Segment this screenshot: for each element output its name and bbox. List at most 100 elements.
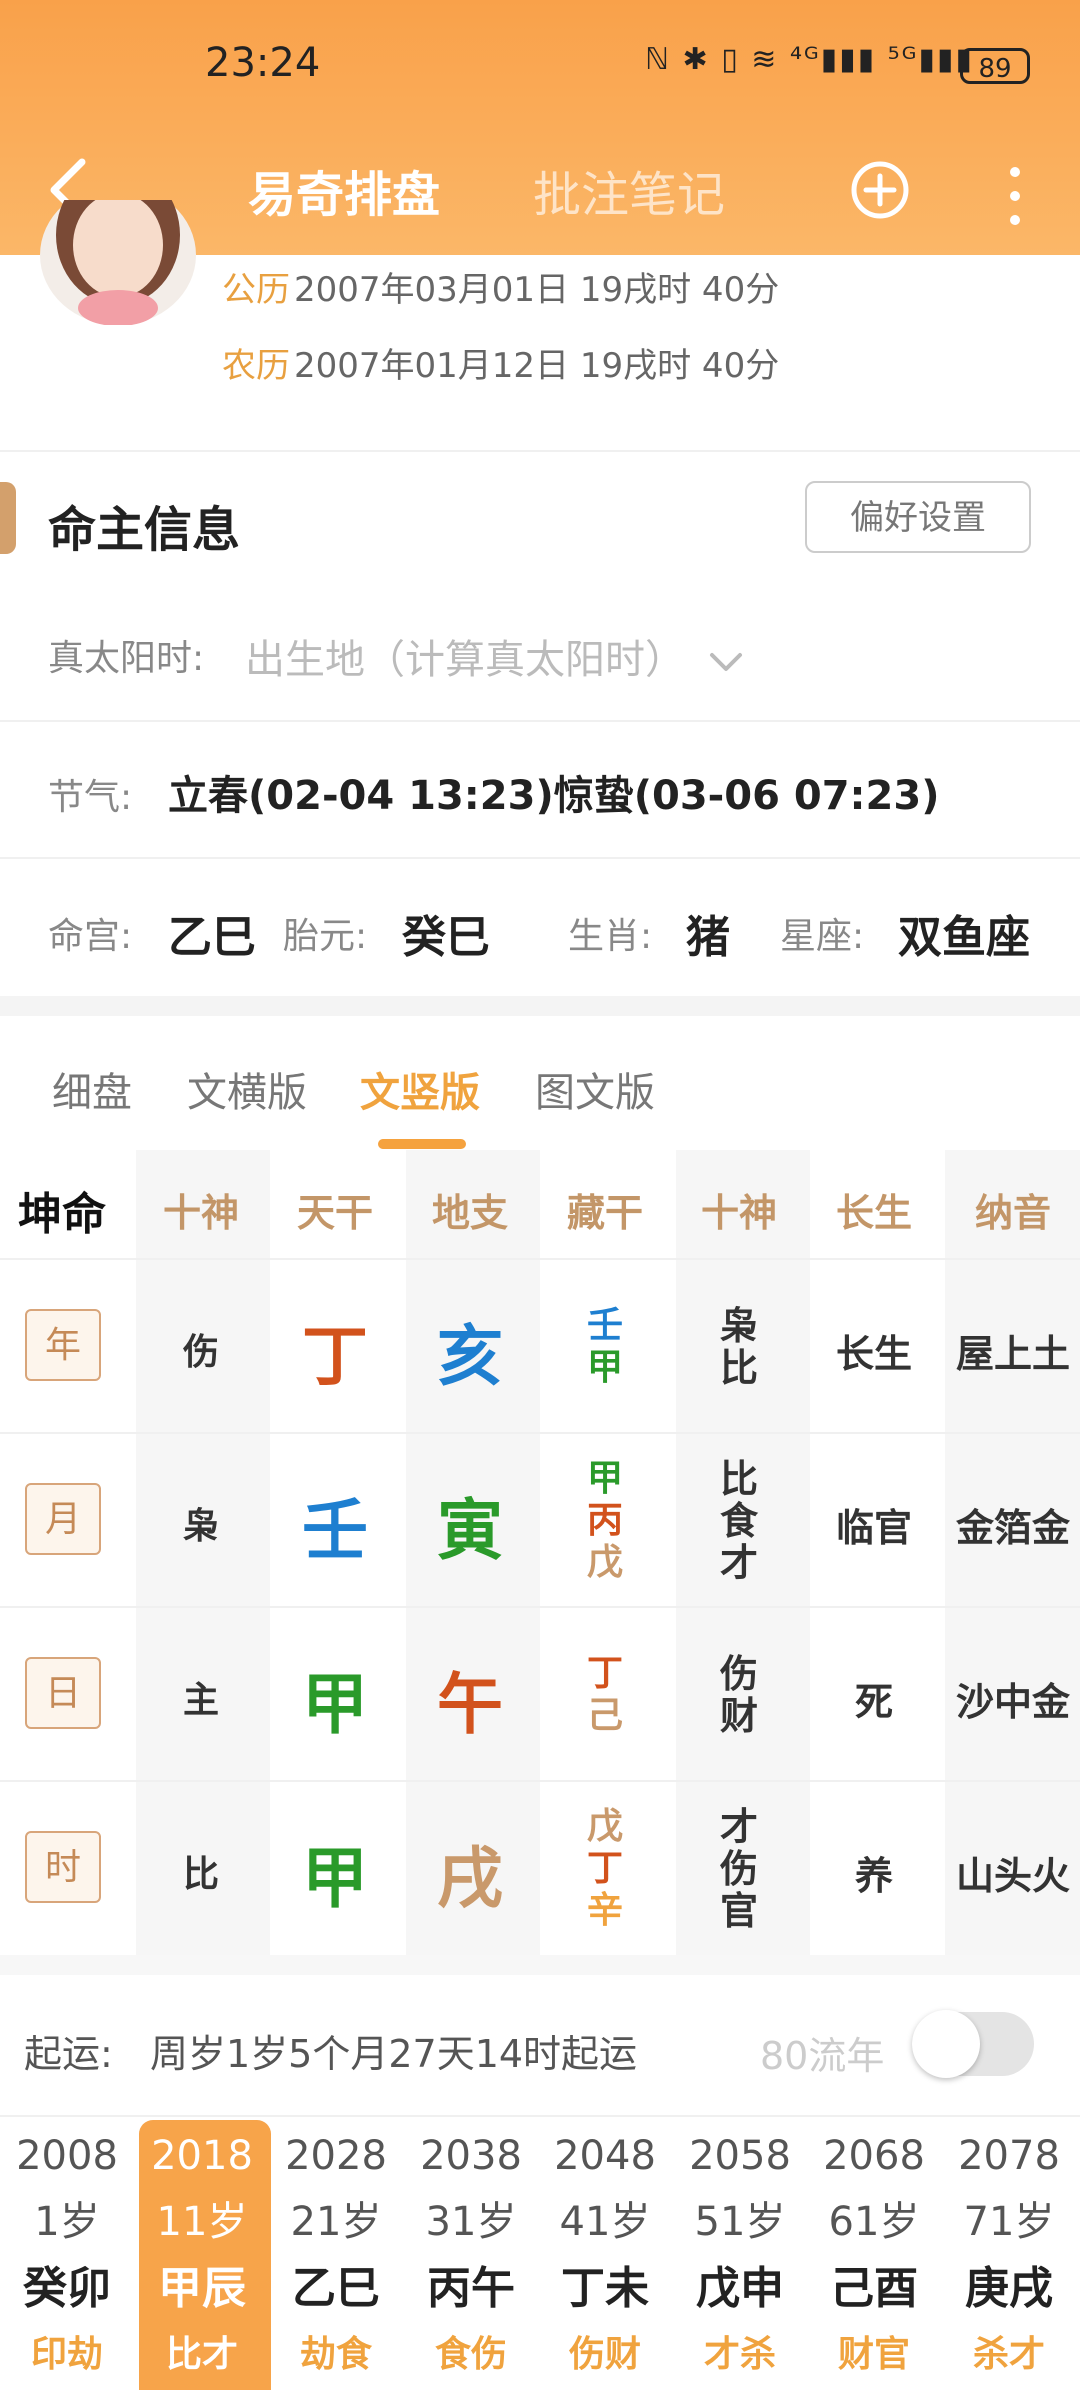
minggong-label: 命宫: bbox=[48, 916, 133, 957]
tab-xipan[interactable]: 细盘 bbox=[52, 1060, 132, 1118]
dayun-shishen: 伤财 bbox=[568, 2334, 641, 2375]
dayun-age: 1岁 bbox=[34, 2199, 100, 2245]
tab-wenshu[interactable]: 文竖版 bbox=[360, 1060, 480, 1118]
zhi-shishen-stack: 比食才 bbox=[672, 1458, 806, 1584]
liunian-label: 80流年 bbox=[760, 2034, 885, 2078]
header-dizhi: 地支 bbox=[431, 1191, 508, 1235]
dayun-ganzhi: 丁未 bbox=[561, 2263, 649, 2314]
lunar-date-row: 农历 2007年01月12日 19戌时 40分 bbox=[222, 338, 779, 387]
dayun-age: 21岁 bbox=[290, 2199, 382, 2245]
zhi-shishen-stack: 伤财 bbox=[672, 1653, 806, 1737]
dayun-item[interactable]: 2078 71岁 庚戌 杀才 bbox=[942, 2130, 1076, 2390]
header-tiangan: 天干 bbox=[296, 1191, 373, 1235]
solar-date-label: 公历 bbox=[222, 270, 290, 310]
dayun-item[interactable]: 2008 1岁 癸卯 印劫 bbox=[0, 2130, 134, 2390]
tiangan-char[interactable]: 甲 bbox=[268, 1651, 402, 1747]
dayun-age: 41岁 bbox=[559, 2199, 651, 2245]
divider bbox=[0, 720, 1080, 722]
pillar-label[interactable]: 日 bbox=[25, 1657, 101, 1729]
zhi-shishen-char: 比 bbox=[719, 1457, 758, 1501]
solar-time-label: 真太阳时: bbox=[48, 638, 205, 679]
divider bbox=[0, 857, 1080, 859]
dayun-shishen: 劫食 bbox=[299, 2334, 372, 2375]
status-icons: ℕ ✱ ▯ ≋ ⁴ᴳ▮▮▮ ⁵ᴳ▮▮▮ bbox=[645, 42, 974, 77]
header-shishen: 十神 bbox=[162, 1191, 239, 1235]
qiyun-label: 起运: bbox=[24, 2032, 113, 2076]
dayun-item[interactable]: 2018 11岁 甲辰 比才 bbox=[135, 2130, 269, 2390]
avatar[interactable] bbox=[38, 165, 198, 326]
dayun-item[interactable]: 2038 31岁 丙午 食伤 bbox=[404, 2130, 538, 2390]
dayun-ganzhi: 甲辰 bbox=[158, 2263, 246, 2314]
tiangan-char[interactable]: 丁 bbox=[268, 1303, 402, 1399]
canggan-char: 戊 bbox=[586, 1542, 623, 1583]
shengxiao-label: 生肖: bbox=[568, 916, 653, 957]
tiangan-char[interactable]: 甲 bbox=[268, 1825, 402, 1921]
pillar-label[interactable]: 时 bbox=[25, 1831, 101, 1903]
dayun-year: 2028 bbox=[285, 2133, 387, 2179]
pillar-label[interactable]: 月 bbox=[25, 1483, 101, 1555]
plus-circle-icon bbox=[851, 161, 909, 219]
more-menu-button[interactable] bbox=[1000, 160, 1030, 230]
chevron-down-icon bbox=[709, 653, 742, 671]
dizhi-char[interactable]: 戌 bbox=[403, 1825, 537, 1921]
status-time: 23:24 bbox=[205, 40, 321, 86]
row-divider bbox=[0, 1780, 1080, 1782]
row-divider bbox=[0, 1432, 1080, 1434]
column-shade bbox=[945, 1150, 1080, 1955]
canggan-stack: 戊丁辛 bbox=[538, 1806, 672, 1932]
dayun-shishen: 比才 bbox=[165, 2334, 238, 2375]
column-shade bbox=[136, 1150, 270, 1955]
zhi-shishen-char: 才 bbox=[719, 1541, 758, 1585]
gender-label: 坤命 bbox=[18, 1189, 106, 1240]
section-accent-bar bbox=[0, 482, 16, 554]
avatar-image bbox=[40, 165, 196, 326]
tab-paipan-title[interactable]: 易奇排盘 bbox=[248, 155, 440, 225]
nayin-value: 屋上土 bbox=[955, 1332, 1070, 1376]
tab-tuwen[interactable]: 图文版 bbox=[535, 1060, 655, 1118]
tiangan-char[interactable]: 壬 bbox=[268, 1477, 402, 1573]
gan-shishen: 伤 bbox=[182, 1332, 219, 1373]
dayun-year: 2078 bbox=[958, 2133, 1060, 2179]
dayun-shishen: 财官 bbox=[837, 2334, 910, 2375]
dayun-shishen: 才杀 bbox=[703, 2334, 776, 2375]
dayun-shishen: 杀才 bbox=[972, 2334, 1045, 2375]
tab-wenheng[interactable]: 文横版 bbox=[187, 1060, 307, 1118]
canggan-char: 壬 bbox=[586, 1305, 623, 1346]
section-gap bbox=[0, 1955, 1080, 1975]
shengxiao-value: 猪 bbox=[686, 912, 730, 963]
birthplace-select[interactable]: 出生地（计算真太阳时） bbox=[245, 627, 746, 685]
header-canggan: 藏干 bbox=[566, 1191, 643, 1235]
dayun-ganzhi: 己酉 bbox=[830, 2263, 918, 2314]
solar-date-value: 2007年03月01日 19戌时 40分 bbox=[294, 270, 780, 310]
dayun-ganzhi: 戊申 bbox=[696, 2263, 784, 2314]
xingzuo-value: 双鱼座 bbox=[898, 912, 1030, 963]
dayun-item[interactable]: 2068 61岁 己酉 财官 bbox=[807, 2130, 941, 2390]
dayun-item[interactable]: 2048 41岁 丁未 伤财 bbox=[538, 2130, 672, 2390]
dizhi-char[interactable]: 午 bbox=[403, 1651, 537, 1747]
canggan-stack: 丁己 bbox=[538, 1653, 672, 1737]
dizhi-char[interactable]: 亥 bbox=[403, 1303, 537, 1399]
jieqi-label: 节气: bbox=[48, 777, 133, 818]
zhi-shishen-stack: 枭比 bbox=[672, 1305, 806, 1389]
dayun-item[interactable]: 2028 21岁 乙巳 劫食 bbox=[269, 2130, 403, 2390]
nayin-value: 山头火 bbox=[955, 1854, 1070, 1898]
qiyun-text: 周岁1岁5个月27天14时起运 bbox=[150, 2032, 638, 2076]
active-tab-indicator bbox=[378, 1139, 466, 1149]
zhi-shishen-char: 伤 bbox=[719, 1652, 758, 1696]
pillar-label[interactable]: 年 bbox=[25, 1309, 101, 1381]
toggle-knob[interactable] bbox=[912, 2010, 980, 2078]
zhi-shishen-char: 食 bbox=[719, 1499, 758, 1543]
dizhi-char[interactable]: 寅 bbox=[403, 1477, 537, 1573]
nayin-value: 沙中金 bbox=[955, 1680, 1070, 1724]
canggan-char: 己 bbox=[586, 1695, 623, 1736]
minggong-value: 乙巳 bbox=[168, 912, 256, 963]
zhi-shishen-char: 比 bbox=[719, 1346, 758, 1390]
canggan-char: 丁 bbox=[586, 1848, 623, 1889]
preferences-button[interactable]: 偏好设置 bbox=[805, 481, 1031, 553]
nayin-value: 金箔金 bbox=[955, 1506, 1070, 1550]
dayun-item[interactable]: 2058 51岁 戊申 才杀 bbox=[673, 2130, 807, 2390]
battery-icon: 89 bbox=[960, 48, 1030, 84]
add-button[interactable] bbox=[850, 160, 910, 220]
jieqi-value: 立春(02-04 13:23)惊蛰(03-06 07:23) bbox=[168, 773, 940, 819]
tab-notes-title[interactable]: 批注笔记 bbox=[533, 155, 725, 225]
